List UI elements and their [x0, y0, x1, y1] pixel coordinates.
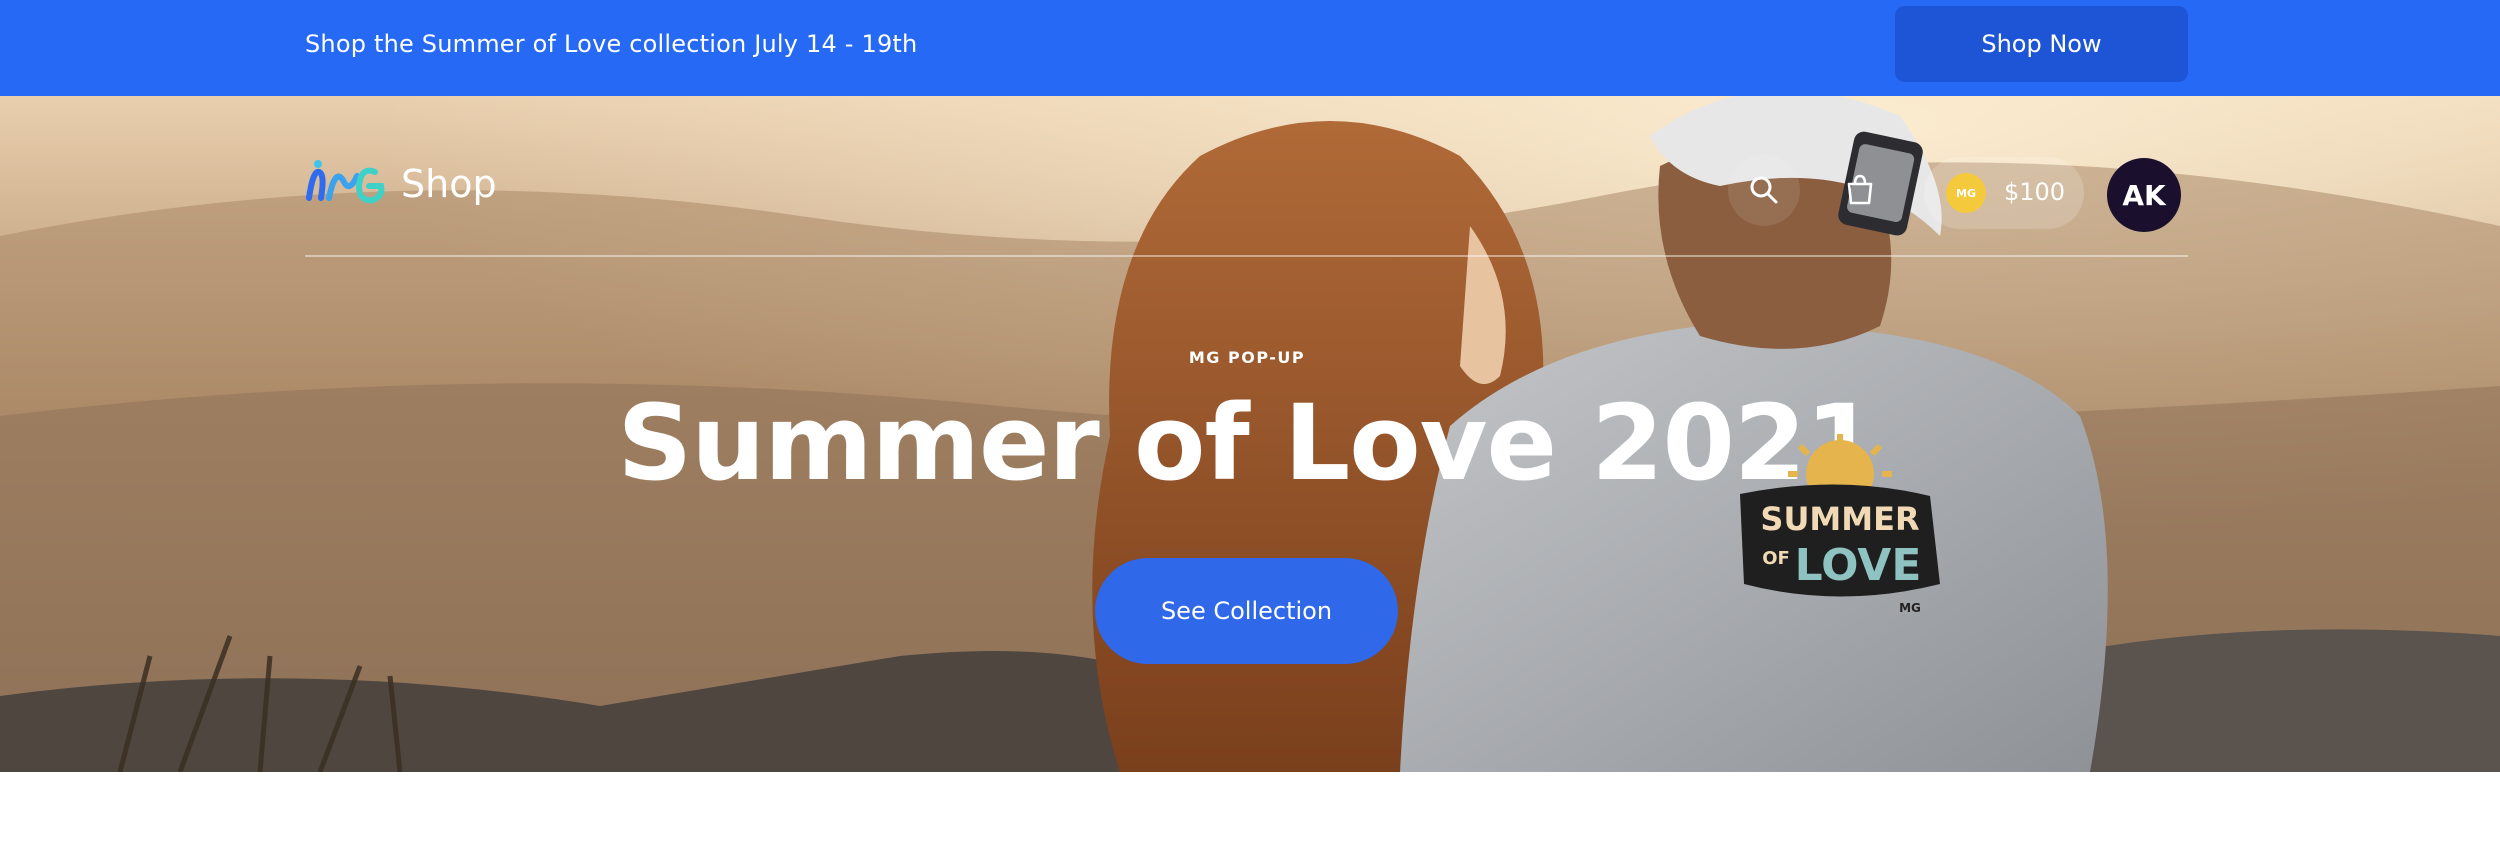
coin-icon: MG [1946, 173, 1986, 213]
hero-title: Summer of Love 2021 [617, 382, 1877, 504]
header-divider [305, 255, 2188, 257]
credits-balance[interactable]: MG $100 [1924, 157, 2084, 229]
summer-of-love-shirt-graphic: SUMMER OF LOVE MG [1740, 434, 1940, 615]
mg-logo-icon[interactable] [303, 158, 387, 208]
promo-banner: Shop the Summer of Love collection July … [0, 0, 2500, 96]
shirt-text-summer: SUMMER [1760, 500, 1919, 538]
user-avatar[interactable]: AK [2107, 158, 2181, 232]
hero-section: Shop MG $100 AK MG POP-UP Summer of Love… [0, 96, 2500, 772]
see-collection-button[interactable]: See Collection [1095, 558, 1398, 664]
shopping-bag-icon [1847, 174, 1873, 205]
cart-button[interactable] [1824, 154, 1896, 226]
logo-shop-label[interactable]: Shop [401, 162, 497, 206]
hero-eyebrow: MG POP-UP [1188, 348, 1306, 367]
shirt-text-of: OF [1762, 548, 1790, 569]
shop-now-button[interactable]: Shop Now [1895, 6, 2188, 82]
search-icon [1750, 176, 1778, 204]
shirt-mg-mark: MG [1899, 601, 1921, 615]
promo-text: Shop the Summer of Love collection July … [305, 30, 918, 58]
credits-amount: $100 [2004, 178, 2066, 206]
shirt-text-love: LOVE [1795, 540, 1922, 591]
search-button[interactable] [1728, 154, 1800, 226]
